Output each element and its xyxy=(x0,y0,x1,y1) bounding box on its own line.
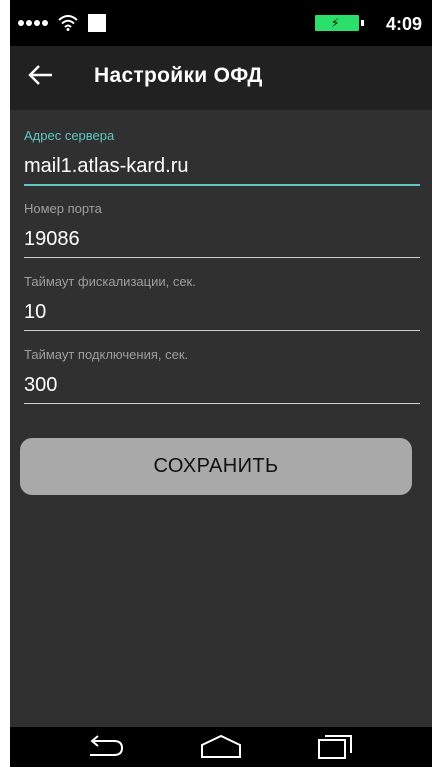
status-bar-left xyxy=(18,14,106,32)
port-input[interactable] xyxy=(24,224,420,258)
server-address-field: Адрес сервера xyxy=(24,128,420,186)
port-field: Номер порта xyxy=(24,201,420,258)
fiscal-timeout-label: Таймаут фискализации, сек. xyxy=(24,274,196,289)
wifi-icon xyxy=(58,15,78,31)
navigation-bar xyxy=(10,727,432,767)
server-address-label: Адрес сервера xyxy=(24,128,115,143)
server-address-input[interactable] xyxy=(24,151,420,186)
notification-square-icon xyxy=(88,14,106,32)
connect-timeout-field: Таймаут подключения, сек. xyxy=(24,347,420,404)
status-time: 4:09 xyxy=(385,14,422,34)
connect-timeout-label: Таймаут подключения, сек. xyxy=(24,347,189,362)
back-nav-icon[interactable] xyxy=(84,733,128,761)
fiscal-timeout-field: Таймаут фискализации, сек. xyxy=(24,274,420,331)
port-label: Номер порта xyxy=(24,201,102,216)
home-nav-icon[interactable] xyxy=(198,733,244,761)
fiscal-timeout-input[interactable] xyxy=(24,297,420,331)
phone-screen: ⚡ 4:09 Настройки ОФД Адрес сервера Номер… xyxy=(10,0,432,767)
arrow-left-icon[interactable] xyxy=(26,60,56,90)
connect-timeout-input[interactable] xyxy=(24,370,420,404)
recents-nav-icon[interactable] xyxy=(316,733,356,761)
page-title: Настройки ОФД xyxy=(94,64,263,87)
signal-dots-icon xyxy=(18,20,48,26)
battery-charging-icon: ⚡ xyxy=(315,15,364,31)
status-bar: ⚡ 4:09 xyxy=(10,0,432,46)
app-bar: Настройки ОФД xyxy=(10,46,432,110)
save-button[interactable]: СОХРАНИТЬ xyxy=(20,438,412,495)
